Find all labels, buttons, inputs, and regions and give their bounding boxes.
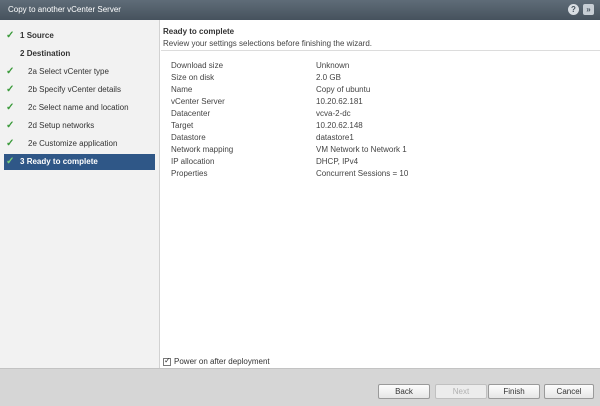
power-on-option[interactable]: Power on after deployment xyxy=(163,356,270,366)
window-titlebar: Copy to another vCenter Server ? » xyxy=(0,0,600,20)
divider xyxy=(161,50,600,51)
finish-button[interactable]: Finish xyxy=(488,384,540,399)
next-button[interactable]: Next xyxy=(435,384,487,399)
wizard-content: Ready to complete Review your settings s… xyxy=(161,20,600,368)
summary-value: Unknown xyxy=(316,61,350,70)
summary-label: Datastore xyxy=(171,133,206,142)
summary-label: Network mapping xyxy=(171,145,234,154)
step-label: Select vCenter type xyxy=(39,67,109,76)
summary-label: Size on disk xyxy=(171,73,215,82)
summary-value: VM Network to Network 1 xyxy=(316,145,407,154)
summary-value: vcva-2-dc xyxy=(316,109,351,118)
title-icons: ? » xyxy=(568,4,594,15)
summary-label: IP allocation xyxy=(171,157,215,166)
step-customize-application[interactable]: ✓ 2e Customize application xyxy=(4,136,155,152)
wizard-footer: Back Next Finish Cancel xyxy=(0,368,600,406)
summary-value: DHCP, IPv4 xyxy=(316,157,359,166)
step-label: Customize application xyxy=(39,139,118,148)
summary-row: Network mapping VM Network to Network 1 xyxy=(171,144,591,156)
step-label: Ready to complete xyxy=(26,157,98,166)
step-label: Source xyxy=(26,31,54,40)
summary-row: Download size Unknown xyxy=(171,60,591,72)
step-specify-vcenter-details[interactable]: ✓ 2b Specify vCenter details xyxy=(4,82,155,98)
expand-icon[interactable]: » xyxy=(583,4,594,15)
check-icon: ✓ xyxy=(6,120,15,131)
cancel-button[interactable]: Cancel xyxy=(544,384,594,399)
summary-table: Download size Unknown Size on disk 2.0 G… xyxy=(171,60,591,180)
summary-row: Name Copy of ubuntu xyxy=(171,84,591,96)
page-subtitle: Review your settings selections before f… xyxy=(163,39,372,48)
summary-label: vCenter Server xyxy=(171,97,225,106)
wizard-sidebar: ✓ 1 Source 2 Destination ✓ 2a Select vCe… xyxy=(0,20,160,368)
summary-value: Copy of ubuntu xyxy=(316,85,371,94)
summary-value: 10.20.62.148 xyxy=(316,121,363,130)
check-icon: ✓ xyxy=(6,30,15,41)
summary-label: Properties xyxy=(171,169,208,178)
step-ready-to-complete[interactable]: ✓ 3 Ready to complete xyxy=(4,154,155,170)
power-on-label: Power on after deployment xyxy=(174,357,270,366)
check-icon: ✓ xyxy=(6,84,15,95)
step-label: Destination xyxy=(26,49,71,58)
check-icon: ✓ xyxy=(6,66,15,77)
summary-row: Size on disk 2.0 GB xyxy=(171,72,591,84)
summary-value: datastore1 xyxy=(316,133,354,142)
page-title: Ready to complete xyxy=(163,27,235,36)
step-select-vcenter-type[interactable]: ✓ 2a Select vCenter type xyxy=(4,64,155,80)
window-title: Copy to another vCenter Server xyxy=(8,5,121,14)
check-icon: ✓ xyxy=(6,156,15,167)
check-icon: ✓ xyxy=(6,102,15,113)
summary-row: Datastore datastore1 xyxy=(171,132,591,144)
summary-row: Properties Concurrent Sessions = 10 xyxy=(171,168,591,180)
summary-label: Download size xyxy=(171,61,224,70)
back-button[interactable]: Back xyxy=(378,384,430,399)
summary-label: Name xyxy=(171,85,193,94)
summary-value: 2.0 GB xyxy=(316,73,341,82)
summary-row: IP allocation DHCP, IPv4 xyxy=(171,156,591,168)
check-icon: ✓ xyxy=(6,138,15,149)
summary-row: vCenter Server 10.20.62.181 xyxy=(171,96,591,108)
summary-label: Datacenter xyxy=(171,109,211,118)
step-label: Specify vCenter details xyxy=(39,85,121,94)
summary-value: 10.20.62.181 xyxy=(316,97,363,106)
summary-row: Datacenter vcva-2-dc xyxy=(171,108,591,120)
step-label: Setup networks xyxy=(39,121,95,130)
step-label: Select name and location xyxy=(38,103,129,112)
summary-value: Concurrent Sessions = 10 xyxy=(316,169,409,178)
step-destination[interactable]: 2 Destination xyxy=(4,46,155,62)
step-source[interactable]: ✓ 1 Source xyxy=(4,28,155,44)
summary-row: Target 10.20.62.148 xyxy=(171,120,591,132)
summary-label: Target xyxy=(171,121,194,130)
power-on-checkbox[interactable] xyxy=(163,356,171,366)
help-icon[interactable]: ? xyxy=(568,4,579,15)
step-setup-networks[interactable]: ✓ 2d Setup networks xyxy=(4,118,155,134)
step-select-name-location[interactable]: ✓ 2c Select name and location xyxy=(4,100,155,116)
